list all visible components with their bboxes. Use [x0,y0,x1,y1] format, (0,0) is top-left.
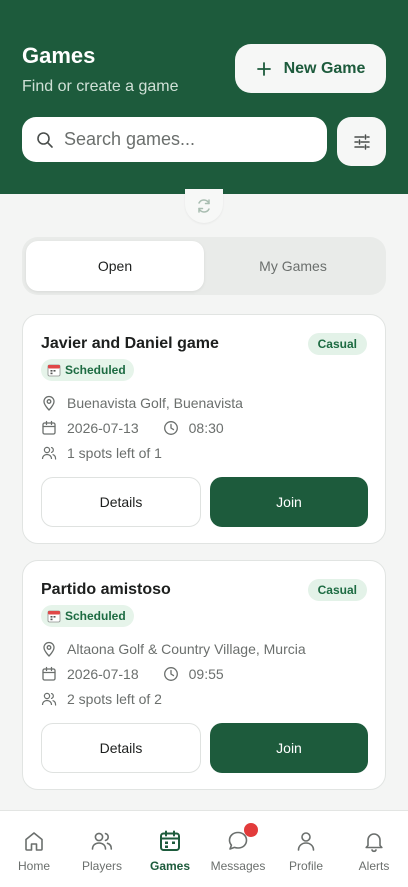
home-icon [22,829,46,853]
nav-players-label: Players [81,859,122,873]
calendar-emoji-icon [47,364,61,377]
details-button[interactable]: Details [41,723,201,773]
nav-messages-label: Messages [210,859,266,873]
clock-icon [163,421,178,435]
bottom-nav: Home Players Games Messages Profile Aler… [0,810,408,887]
location-text: Buenavista Golf, Buenavista [67,395,243,411]
game-type-badge: Casual [307,333,367,355]
header: Games Find or create a game New Game [0,0,408,194]
new-game-button[interactable]: New Game [235,44,386,93]
nav-home[interactable]: Home [0,811,68,887]
location-row: Buenavista Golf, Buenavista [41,395,243,411]
join-button[interactable]: Join [210,723,368,773]
status-label: Scheduled [65,609,126,623]
players-icon [90,829,114,853]
page-title: Games [22,43,96,68]
game-title: Partido amistoso [41,581,171,598]
filter-button[interactable] [337,117,386,166]
location-row: Altaona Golf & Country Village, Murcia [41,641,306,657]
new-game-label: New Game [283,59,366,77]
game-card: Javier and Daniel game Casual Scheduled … [22,314,386,544]
calendar-icon [158,829,182,853]
calendar-icon [42,420,56,435]
status-badge: Scheduled [41,359,134,381]
time-text: 09:55 [188,666,224,682]
game-tabs: Open My Games [22,237,386,295]
date-text: 2026-07-18 [67,666,139,682]
spots-row: 2 spots left of 2 [41,691,162,707]
join-button[interactable]: Join [210,477,368,527]
plus-icon [256,61,271,76]
nav-profile[interactable]: Profile [272,811,340,887]
spots-text: 1 spots left of 1 [67,445,162,461]
refresh-icon [198,199,210,213]
game-card: Partido amistoso Casual Scheduled Altaon… [22,560,386,790]
calendar-emoji-icon [47,610,61,623]
message-icon [226,823,258,853]
time-text: 08:30 [188,420,224,436]
date-text: 2026-07-13 [67,420,139,436]
nav-alerts-label: Alerts [358,859,390,873]
bell-icon [362,829,386,853]
status-badge: Scheduled [41,605,134,627]
nav-players[interactable]: Players [68,811,136,887]
nav-home-label: Home [17,859,50,873]
players-icon [41,692,57,706]
location-text: Altaona Golf & Country Village, Murcia [67,641,306,657]
nav-messages[interactable]: Messages [204,811,272,887]
spots-text: 2 spots left of 2 [67,691,162,707]
page-subtitle: Find or create a game [22,78,179,95]
nav-games-label: Games [149,859,191,873]
calendar-icon [42,666,56,681]
spots-row: 1 spots left of 1 [41,445,162,461]
location-pin-icon [43,395,55,411]
players-icon [41,446,57,460]
nav-profile-label: Profile [288,859,323,873]
tab-open[interactable]: Open [26,241,204,291]
datetime-row: 2026-07-18 09:55 [41,666,224,682]
search-input[interactable] [64,129,304,150]
nav-alerts[interactable]: Alerts [340,811,408,887]
refresh-indicator[interactable] [185,189,223,223]
sliders-icon [353,133,370,150]
notification-dot [244,823,258,837]
tab-my-games[interactable]: My Games [204,241,382,291]
search-bar[interactable] [22,117,327,162]
location-pin-icon [43,641,55,657]
search-icon [37,131,53,148]
nav-games[interactable]: Games [136,811,204,887]
details-button[interactable]: Details [41,477,201,527]
user-icon [294,829,318,853]
status-label: Scheduled [65,363,126,377]
game-type-badge: Casual [307,579,367,601]
clock-icon [163,667,178,681]
game-title: Javier and Daniel game [41,335,219,352]
datetime-row: 2026-07-13 08:30 [41,420,224,436]
